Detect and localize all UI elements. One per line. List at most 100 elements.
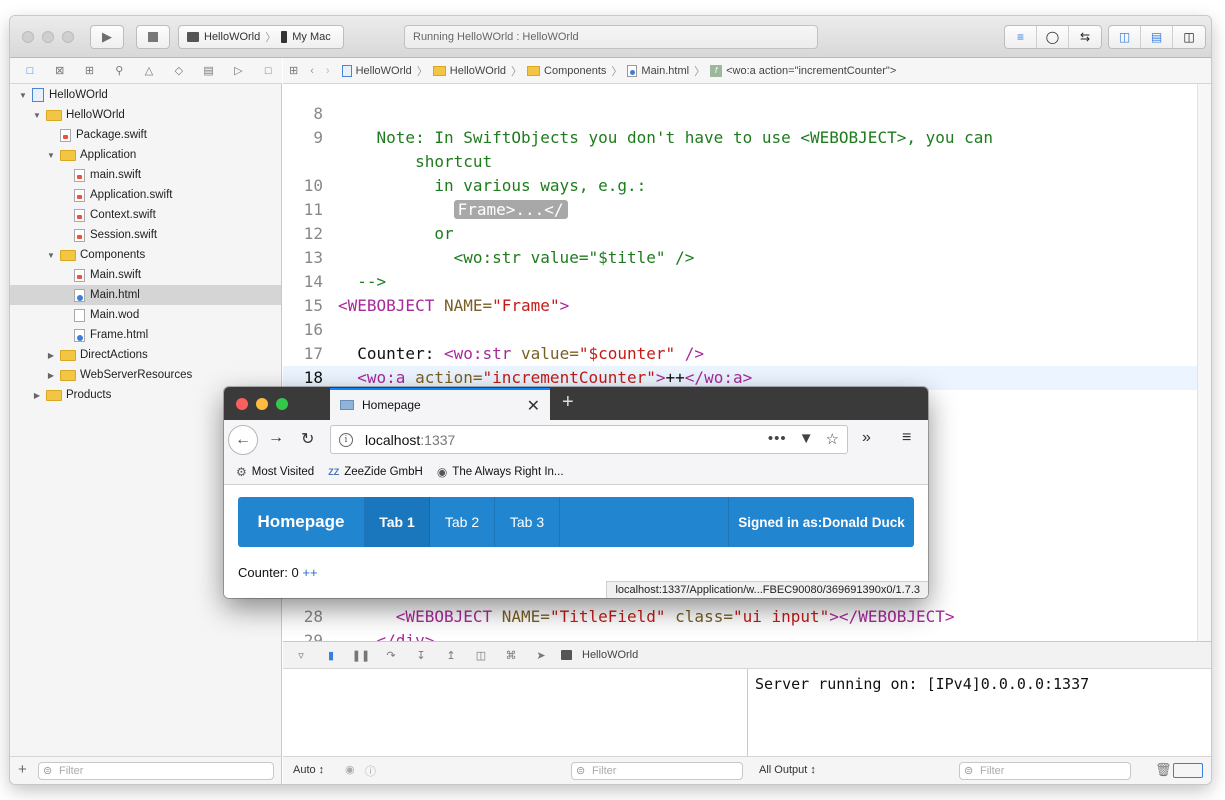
- minimize-button[interactable]: [42, 31, 54, 43]
- star-icon[interactable]: ☆: [826, 430, 839, 448]
- auto-selector[interactable]: Auto ↕: [293, 764, 324, 776]
- hide-debug-icon[interactable]: ▿: [291, 649, 311, 662]
- crumb-group[interactable]: HelloWOrld: [432, 65, 506, 77]
- eye-icon[interactable]: ◉: [345, 763, 355, 776]
- back-arrow-icon[interactable]: ‹: [310, 65, 314, 77]
- step-into-icon[interactable]: ↧: [411, 649, 431, 662]
- info-icon[interactable]: ⓘ: [365, 763, 376, 779]
- related-items-icon[interactable]: ⊞: [289, 64, 298, 77]
- search-icon[interactable]: ⚲: [105, 61, 133, 81]
- hierarchy-icon[interactable]: ⊞: [76, 61, 104, 81]
- test-icon[interactable]: ◇: [165, 61, 193, 81]
- tab-homepage[interactable]: Homepage ✕: [330, 388, 550, 420]
- utilities-toggle-icon[interactable]: ◫: [1173, 26, 1205, 48]
- breakpoint-icon[interactable]: ▷: [224, 61, 252, 81]
- navigator-item[interactable]: main.swift: [10, 165, 281, 185]
- report-icon[interactable]: □: [254, 61, 282, 81]
- disclosure-open-icon[interactable]: ▼: [46, 251, 56, 260]
- view-debugger-icon[interactable]: ◫: [471, 649, 491, 662]
- source-control-icon[interactable]: ⊠: [46, 61, 74, 81]
- browser-close-button[interactable]: [236, 398, 248, 410]
- step-out-icon[interactable]: ↥: [441, 649, 461, 662]
- navigator-item[interactable]: Frame.html: [10, 325, 281, 345]
- url-host: localhost: [365, 431, 421, 448]
- location-icon[interactable]: ➤: [531, 649, 551, 662]
- close-tab-icon[interactable]: ✕: [527, 396, 540, 416]
- tab-3[interactable]: Tab 3: [495, 497, 560, 547]
- navigator-filter-input[interactable]: Filter: [38, 762, 274, 780]
- navigator-item[interactable]: Application.swift: [10, 185, 281, 205]
- navigator-item[interactable]: Session.swift: [10, 225, 281, 245]
- assistant-editor-icon[interactable]: ◯: [1037, 26, 1069, 48]
- crumb-project[interactable]: HelloWOrld: [341, 64, 412, 77]
- tab-1[interactable]: Tab 1: [365, 497, 430, 547]
- crumb-file[interactable]: Main.html: [627, 64, 689, 77]
- add-icon[interactable]: +: [18, 761, 27, 778]
- navigator-item[interactable]: ▼ Application: [10, 145, 281, 165]
- crumb-components[interactable]: Components: [527, 65, 606, 77]
- navigator-item[interactable]: Main.html: [10, 285, 281, 305]
- url-bar[interactable]: i localhost:1337 ••• ▼ ☆: [330, 425, 848, 454]
- step-over-icon[interactable]: ↷: [381, 649, 401, 662]
- crumb-symbol[interactable]: f <wo:a action="incrementCounter">: [710, 64, 896, 77]
- bookmark-always-right[interactable]: ◉ The Always Right In...: [437, 465, 564, 479]
- version-editor-icon[interactable]: ⇆: [1069, 26, 1101, 48]
- navigator-item[interactable]: Package.swift: [10, 125, 281, 145]
- activity-viewer: Running HelloWOrld : HelloWOrld: [404, 25, 818, 49]
- overflow-icon[interactable]: »: [862, 429, 871, 447]
- code-token: value=: [521, 344, 579, 363]
- memory-graph-icon[interactable]: ⌘: [501, 649, 521, 662]
- navigator-item[interactable]: Main.wod: [10, 305, 281, 325]
- browser-minimize-button[interactable]: [256, 398, 268, 410]
- info-icon[interactable]: i: [339, 432, 353, 447]
- warning-icon[interactable]: △: [135, 61, 163, 81]
- disclosure-open-icon[interactable]: ▼: [46, 151, 56, 160]
- scheme-selector[interactable]: HelloWOrld 〉 My Mac: [178, 25, 344, 49]
- standard-editor-icon[interactable]: ≡: [1005, 26, 1037, 48]
- stop-button[interactable]: [136, 25, 170, 49]
- all-output-selector[interactable]: All Output ↕: [759, 764, 816, 776]
- reload-icon[interactable]: ↻: [301, 429, 314, 449]
- disclosure-closed-icon[interactable]: ▶: [46, 351, 56, 360]
- navigator-item[interactable]: Context.swift: [10, 205, 281, 225]
- brand-link[interactable]: Homepage: [238, 497, 365, 547]
- forward-icon[interactable]: →: [268, 429, 284, 447]
- bookmark-zeezide[interactable]: ZZ ZeeZide GmbH: [328, 466, 423, 478]
- navigator-item[interactable]: ▼ HelloWOrld: [10, 85, 281, 105]
- code-line: <wo:a action="incrementCounter">++</wo:a…: [338, 368, 752, 387]
- disclosure-open-icon[interactable]: ▼: [32, 111, 42, 120]
- bookmark-most-visited[interactable]: ⚙ Most Visited: [236, 465, 314, 479]
- navigator-toggle-icon[interactable]: ◫: [1109, 26, 1141, 48]
- debug-toggle-icon[interactable]: ▤: [1141, 26, 1173, 48]
- navigator-item[interactable]: Main.swift: [10, 265, 281, 285]
- navigator-item[interactable]: ▼ Components: [10, 245, 281, 265]
- pause-icon[interactable]: ❚❚: [351, 649, 371, 662]
- editor-scrollbar[interactable]: [1197, 84, 1211, 641]
- split-view-icon[interactable]: [1173, 763, 1203, 778]
- hamburger-menu-icon[interactable]: ≡: [902, 429, 911, 447]
- console-filter-input[interactable]: Filter: [959, 762, 1131, 780]
- trash-icon[interactable]: 🗑: [1155, 762, 1172, 778]
- new-tab-icon[interactable]: +: [562, 391, 574, 414]
- debug-icon[interactable]: ▤: [195, 61, 223, 81]
- navigator-item[interactable]: ▶ WebServerResources: [10, 365, 281, 385]
- tab-2[interactable]: Tab 2: [430, 497, 495, 547]
- browser-zoom-button[interactable]: [276, 398, 288, 410]
- disclosure-closed-icon[interactable]: ▶: [46, 371, 56, 380]
- navigator-item[interactable]: ▼ HelloWOrld: [10, 105, 281, 125]
- forward-arrow-icon[interactable]: ›: [326, 65, 330, 77]
- navigator-item[interactable]: ▶ DirectActions: [10, 345, 281, 365]
- run-button[interactable]: ▶: [90, 25, 124, 49]
- pocket-icon[interactable]: ▼: [799, 430, 814, 448]
- close-button[interactable]: [22, 31, 34, 43]
- breakpoints-toggle-icon[interactable]: ▮: [321, 649, 341, 662]
- more-icon[interactable]: •••: [768, 430, 787, 448]
- folder-icon[interactable]: □: [16, 61, 44, 81]
- variables-filter-input[interactable]: Filter: [571, 762, 743, 780]
- increment-link[interactable]: ++: [302, 565, 317, 580]
- zoom-button[interactable]: [62, 31, 74, 43]
- back-button[interactable]: ←: [228, 425, 258, 455]
- navigator-item-label: main.swift: [90, 169, 142, 181]
- disclosure-closed-icon[interactable]: ▶: [32, 391, 42, 400]
- disclosure-open-icon[interactable]: ▼: [18, 91, 28, 100]
